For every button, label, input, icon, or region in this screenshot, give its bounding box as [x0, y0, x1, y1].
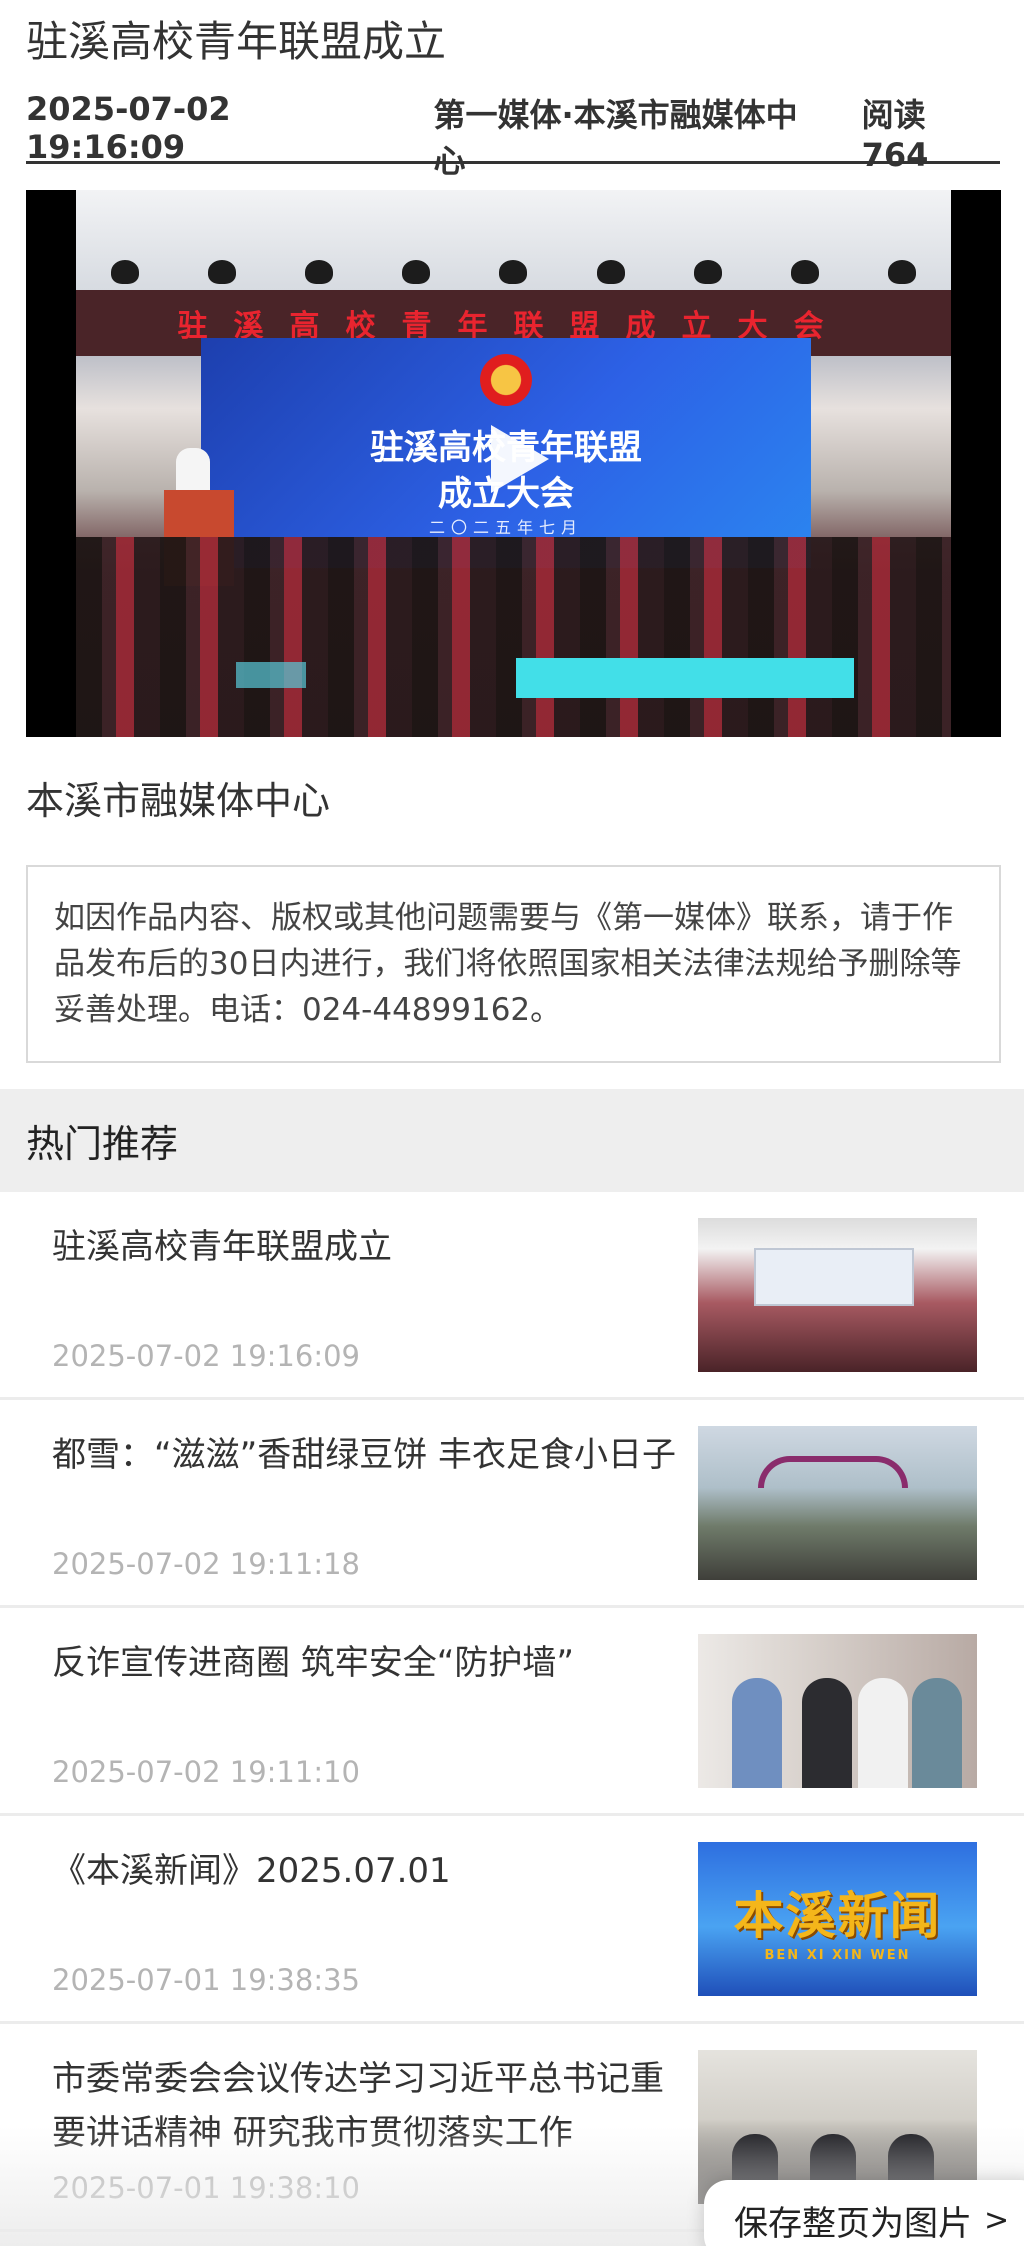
save-button-label: 保存整页为图片 [734, 2203, 972, 2244]
news-item[interactable]: 都雪：“滋滋”香甜绿豆饼 丰衣足食小日子 2025-07-02 19:11:18 [0, 1400, 1024, 1608]
news-time: 2025-07-02 19:16:09 [52, 1339, 360, 1373]
news-thumbnail[interactable] [698, 1634, 977, 1788]
thumb-logo-subtext: BEN XI XIN WEN [764, 1947, 911, 1963]
screen-date: 二〇二五年七月 [428, 518, 583, 537]
news-title[interactable]: 都雪：“滋滋”香甜绿豆饼 丰衣足食小日子 [52, 1428, 680, 1482]
thumb-logo-text: 本溪新闻 [733, 1885, 942, 1945]
thumb-person [912, 1678, 962, 1788]
save-page-as-image-button[interactable]: 保存整页为图片 > [704, 2180, 1024, 2246]
news-item[interactable]: 反诈宣传进商圈 筑牢安全“防护墙” 2025-07-02 19:11:10 [0, 1608, 1024, 1816]
news-time: 2025-07-02 19:11:10 [52, 1755, 360, 1789]
hot-recommend-heading: 热门推荐 [0, 1089, 1024, 1192]
publish-datetime: 2025-07-02 19:16:09 [26, 90, 231, 166]
article-title: 驻溪高校青年联盟成立 [26, 17, 447, 66]
thumb-arch [758, 1456, 908, 1488]
video-player[interactable]: 驻溪高校青年联盟成立大会 驻溪高校青年联盟 成立大会 二〇二五年七月 [26, 190, 1001, 737]
news-title[interactable]: 市委常委会会议传达学习习近平总书记重要讲话精神 研究我市贯彻落实工作 [52, 2052, 680, 2160]
news-time: 2025-07-01 19:38:35 [52, 1963, 360, 1997]
stage-lights [76, 260, 951, 284]
news-thumbnail[interactable] [698, 1218, 977, 1372]
news-title[interactable]: 《本溪新闻》2025.07.01 [52, 1844, 680, 1898]
news-list: 驻溪高校青年联盟成立 2025-07-02 19:16:09 都雪：“滋滋”香甜… [0, 1192, 1024, 2232]
speaker-figure [176, 448, 210, 494]
source-label: 本溪市融媒体中心 [26, 779, 331, 823]
thumb-person [732, 1678, 782, 1788]
read-count: 阅读 764 [861, 96, 929, 174]
video-caption-bar [516, 658, 854, 698]
news-time: 2025-07-02 19:11:18 [52, 1547, 360, 1581]
news-thumbnail[interactable]: 本溪新闻 BEN XI XIN WEN [698, 1842, 977, 1996]
league-emblem-icon [480, 354, 532, 406]
thumb-screen [754, 1248, 914, 1306]
chevron-right-icon: > [984, 2202, 1010, 2238]
news-time: 2025-07-01 19:38:10 [52, 2171, 360, 2205]
thumb-person [858, 1678, 908, 1788]
copyright-notice: 如因作品内容、版权或其他问题需要与《第一媒体》联系，请于作品发布后的30日内进行… [26, 865, 1001, 1063]
audience [76, 537, 951, 737]
title-divider [26, 161, 1000, 164]
news-item[interactable]: 驻溪高校青年联盟成立 2025-07-02 19:16:09 [0, 1192, 1024, 1400]
article-meta: 2025-07-02 19:16:09 第一媒体·本溪市融媒体中心 阅读 764 [26, 90, 1000, 182]
news-item[interactable]: 《本溪新闻》2025.07.01 2025-07-01 19:38:35 本溪新… [0, 1816, 1024, 2024]
video-caption-tag [236, 662, 306, 688]
thumb-person [802, 1678, 852, 1788]
news-title[interactable]: 驻溪高校青年联盟成立 [52, 1220, 680, 1274]
publisher-name[interactable]: 第一媒体·本溪市融媒体中心 [434, 90, 820, 182]
news-thumbnail[interactable] [698, 1426, 977, 1580]
news-title[interactable]: 反诈宣传进商圈 筑牢安全“防护墙” [52, 1636, 680, 1690]
play-icon[interactable] [491, 425, 549, 493]
